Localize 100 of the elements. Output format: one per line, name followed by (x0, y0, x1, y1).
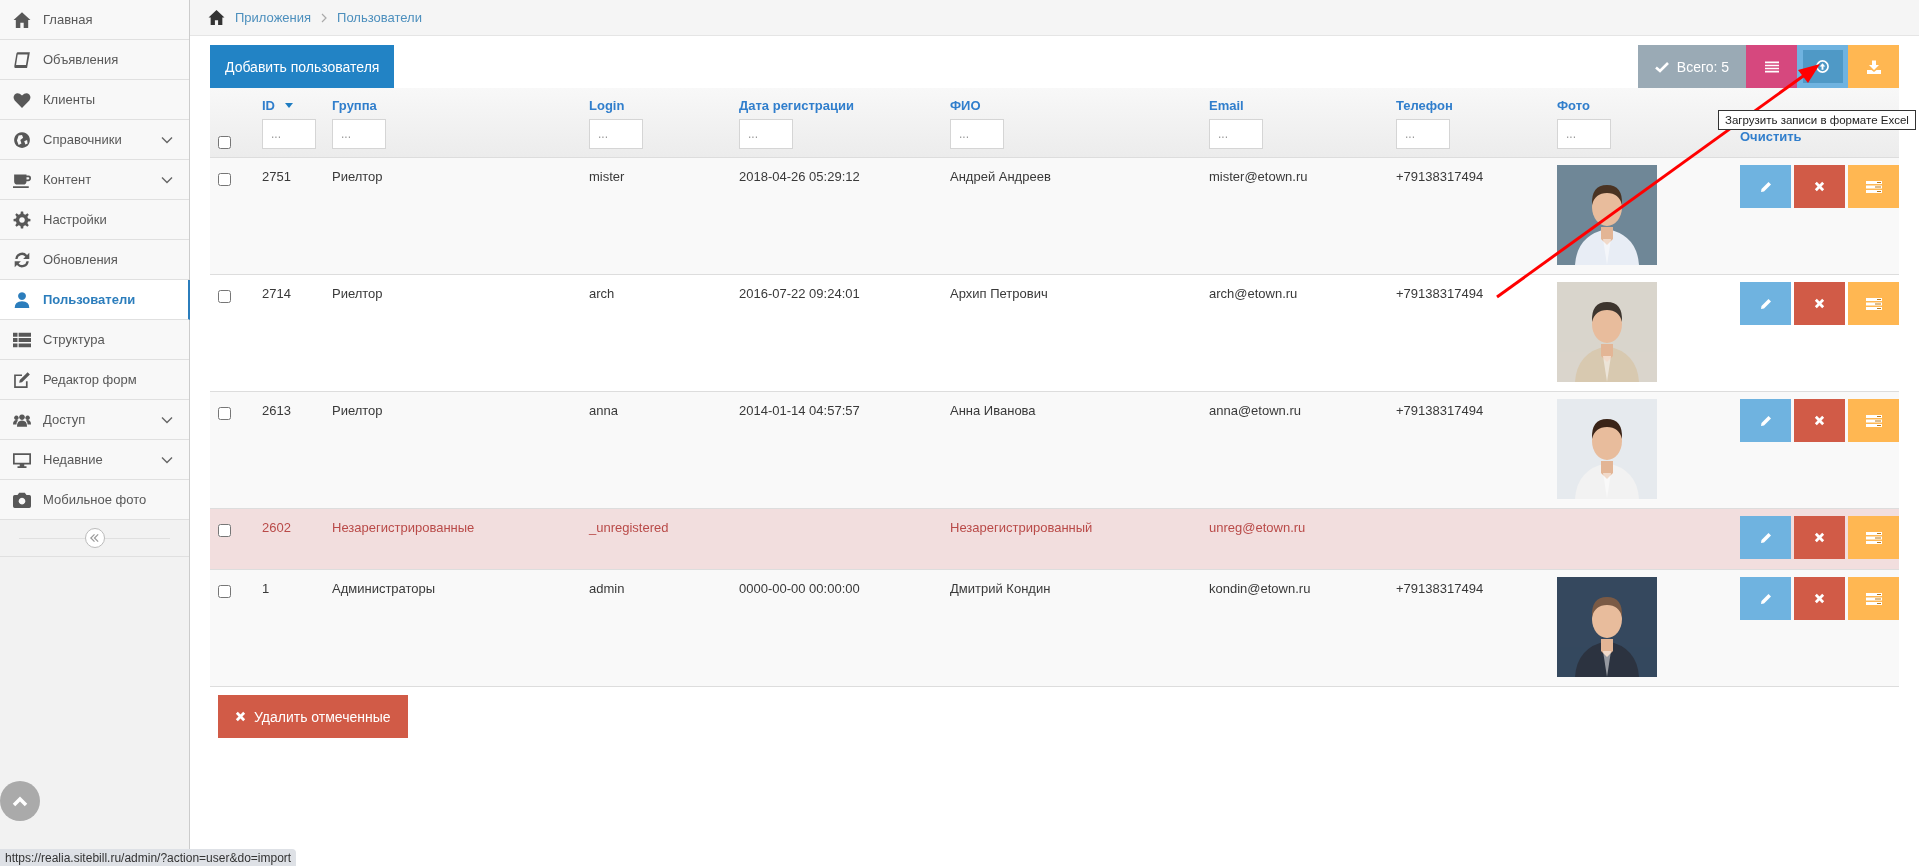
sidebar-item[interactable]: Структура (0, 320, 189, 360)
list-icon (1865, 592, 1882, 605)
gear-icon (13, 210, 31, 229)
delete-button[interactable] (1794, 516, 1845, 559)
sidebar-item[interactable]: Недавние (0, 440, 189, 480)
chevron-right-icon (321, 12, 328, 23)
table-cell: 2751 (262, 169, 291, 184)
download-icon (1866, 59, 1881, 74)
delete-button[interactable] (1794, 577, 1845, 620)
pencil-icon (1759, 592, 1772, 605)
table-cell: arch (589, 286, 615, 301)
details-button[interactable] (1848, 282, 1899, 325)
filter-field[interactable]: ... (332, 119, 386, 149)
table-cell: arch@etown.ru (1209, 286, 1298, 301)
pencil-icon (1759, 297, 1772, 310)
row-checkbox[interactable] (218, 290, 231, 303)
column-header[interactable]: Дата регистрации (739, 97, 855, 113)
select-all-checkbox[interactable] (218, 136, 231, 149)
table-cell: 2016-07-22 09:24:01 (739, 286, 860, 301)
details-button[interactable] (1848, 577, 1899, 620)
table-cell: Дмитрий Кондин (950, 581, 1051, 596)
column-header[interactable]: Login (589, 97, 625, 113)
sidebar-item[interactable]: Редактор форм (0, 360, 189, 400)
heart-icon (13, 90, 31, 109)
camera-icon (13, 490, 31, 509)
filter-field[interactable]: ... (1557, 119, 1611, 149)
collapse-sidebar-button[interactable] (84, 528, 105, 548)
delete-button[interactable] (1794, 165, 1845, 208)
status-url: https://realia.sitebill.ru/admin/?action=user&do=import (0, 849, 297, 866)
sidebar-item[interactable]: Пользователи (0, 280, 190, 320)
table-cell: Риелтор (332, 403, 383, 418)
clear-link[interactable]: Очистить (1740, 129, 1802, 144)
list-icon (1865, 531, 1882, 544)
pencil-icon (1759, 531, 1772, 544)
table-cell: kondin@etown.ru (1209, 581, 1311, 596)
table-cell: 2018-04-26 05:29:12 (739, 169, 860, 184)
filter-field[interactable]: ... (1396, 119, 1450, 149)
column-header[interactable]: ID (262, 97, 275, 113)
table-cell: Незарегистрированные (332, 520, 475, 535)
table-cell: mister (589, 169, 625, 184)
column-header[interactable]: Телефон (1396, 97, 1453, 113)
sidebar-item[interactable]: Доступ (0, 400, 189, 440)
breadcrumb-link[interactable]: Приложения (235, 10, 312, 25)
pencil-icon (1759, 180, 1772, 193)
add-user-button[interactable]: Добавить пользователя (210, 45, 395, 88)
list-icon (1865, 414, 1882, 427)
refresh-icon (13, 250, 31, 269)
close-icon (1814, 593, 1825, 604)
table-cell: mister@etown.ru (1209, 169, 1308, 184)
delete-button[interactable] (1794, 282, 1845, 325)
sidebar-item[interactable]: Справочники (0, 120, 189, 160)
sidebar-item[interactable]: Объявления (0, 40, 189, 80)
filter-field[interactable]: ... (1209, 119, 1263, 149)
table-cell: +79138317494 (1396, 581, 1484, 596)
table-cell: Андрей Андреев (950, 169, 1051, 184)
sidebar-item[interactable]: Мобильное фото (0, 480, 189, 520)
delete-selected-button[interactable]: Удалить отмеченные (218, 695, 408, 738)
column-header[interactable]: Фото (1557, 97, 1590, 113)
home-icon[interactable] (208, 9, 225, 26)
download-button[interactable] (1848, 45, 1899, 88)
filter-field[interactable]: ... (262, 119, 316, 149)
details-button[interactable] (1848, 399, 1899, 442)
check-icon (1654, 60, 1669, 73)
row-checkbox[interactable] (218, 524, 231, 537)
details-button[interactable] (1848, 165, 1899, 208)
table-cell: +79138317494 (1396, 403, 1484, 418)
row-checkbox[interactable] (218, 585, 231, 598)
close-icon (1814, 532, 1825, 543)
table-cell: unreg@etown.ru (1209, 520, 1306, 535)
table-cell: admin (589, 581, 625, 596)
details-button[interactable] (1848, 516, 1899, 559)
close-icon (235, 711, 246, 722)
sidebar-item[interactable]: Клиенты (0, 80, 189, 120)
upload-button[interactable] (1797, 45, 1848, 88)
delete-button[interactable] (1794, 399, 1845, 442)
table-cell: Архип Петрович (950, 286, 1048, 301)
sidebar-item[interactable]: Главная (0, 0, 189, 40)
column-header[interactable]: Email (1209, 97, 1244, 113)
sidebar-item[interactable]: Настройки (0, 200, 189, 240)
table-cell: 2014-01-14 04:57:57 (739, 403, 860, 418)
table-cell: _unregistered (589, 520, 669, 535)
row-checkbox[interactable] (218, 173, 231, 186)
filter-field[interactable]: ... (739, 119, 793, 149)
row-checkbox[interactable] (218, 407, 231, 420)
filter-field[interactable]: ... (950, 119, 1004, 149)
sidebar-item[interactable]: Обновления (0, 240, 189, 280)
sidebar-item[interactable]: Контент (0, 160, 189, 200)
table-cell: 2613 (262, 403, 291, 418)
column-header[interactable]: ФИО (950, 97, 981, 113)
close-icon (1814, 181, 1825, 192)
table-cell: Незарегистрированный (950, 520, 1093, 535)
list-button[interactable] (1746, 45, 1797, 88)
filter-field[interactable]: ... (589, 119, 643, 149)
table-cell: +79138317494 (1396, 286, 1484, 301)
table-cell: +79138317494 (1396, 169, 1484, 184)
tooltip: Загрузить записи в формате Excel (1718, 110, 1916, 130)
column-header[interactable]: Группа (332, 97, 377, 113)
breadcrumb-link[interactable]: Пользователи (337, 10, 422, 25)
table-cell: Анна Иванова (950, 403, 1036, 418)
table-cell: Риелтор (332, 169, 383, 184)
